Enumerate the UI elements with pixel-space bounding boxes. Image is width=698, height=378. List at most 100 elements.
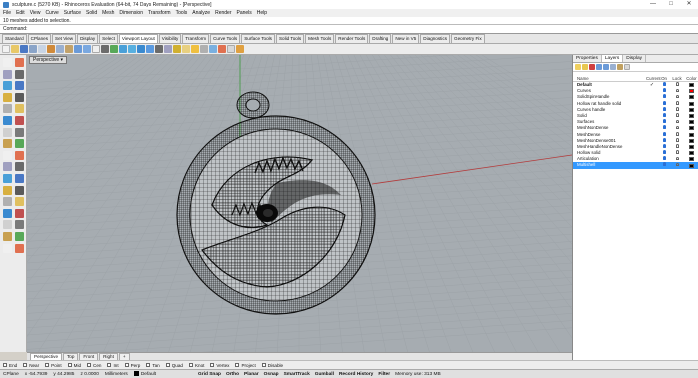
layer-color-swatch[interactable] [689, 163, 694, 168]
options-icon[interactable] [227, 45, 235, 53]
lightbulb-icon[interactable] [662, 82, 666, 86]
osnap-checkbox[interactable] [261, 363, 266, 367]
layer-color-swatch[interactable] [689, 132, 694, 137]
zoom-window-icon[interactable] [128, 45, 136, 53]
osnap-project[interactable]: Project [235, 363, 256, 368]
cylinder-icon[interactable] [15, 127, 24, 137]
layer-color[interactable] [684, 138, 698, 143]
panel-tab-properties[interactable]: Properties [573, 55, 602, 62]
offset-icon[interactable] [15, 150, 24, 160]
osnap-near[interactable]: Near [23, 363, 39, 368]
layer-color-swatch[interactable] [689, 120, 694, 125]
maximize-button[interactable]: □ [662, 0, 680, 9]
import-icon[interactable] [38, 45, 46, 53]
shaded-icon[interactable] [209, 45, 217, 53]
osnap-cen[interactable]: Cen [87, 363, 101, 368]
osnap-checkbox[interactable] [67, 363, 72, 367]
boolean-icon[interactable] [3, 139, 12, 149]
cut-icon[interactable] [47, 45, 55, 53]
tab-drafting[interactable]: Drafting [369, 34, 392, 43]
lightbulb-icon[interactable] [662, 125, 666, 130]
layer-color[interactable] [684, 95, 698, 100]
lock-icon[interactable] [675, 94, 679, 99]
zoom-icon[interactable] [119, 45, 127, 53]
new-layer-icon[interactable] [575, 64, 581, 70]
zoom-extents-icon[interactable] [137, 45, 145, 53]
osnap-checkbox[interactable] [165, 363, 170, 367]
rotate-view-icon[interactable] [110, 45, 118, 53]
polyline-icon[interactable] [3, 69, 12, 79]
wireframe-icon[interactable] [200, 45, 208, 53]
copy-icon[interactable] [15, 185, 24, 195]
layer-color[interactable] [684, 101, 698, 106]
ortho-toggle[interactable]: Ortho [226, 372, 239, 377]
panel-tab-display[interactable]: Display [623, 55, 647, 62]
layer-color[interactable] [684, 132, 698, 137]
tab-curve-tools[interactable]: Curve Tools [210, 34, 241, 43]
move-up-icon[interactable] [596, 64, 602, 70]
tab-surface-tools[interactable]: Surface Tools [241, 34, 275, 43]
lightbulb-icon[interactable] [662, 100, 666, 105]
tab-new-in-v5[interactable]: New in V5 [392, 34, 420, 43]
osnap-toggle[interactable]: Osnap [264, 372, 279, 377]
trim-icon[interactable] [3, 162, 12, 172]
gumball-toggle[interactable]: Gumball [315, 372, 334, 377]
render-tool-icon[interactable] [15, 243, 24, 253]
lock-icon[interactable] [675, 162, 679, 167]
minimize-button[interactable]: — [644, 0, 662, 9]
layer-color[interactable] [684, 126, 698, 131]
explode-icon[interactable] [15, 174, 24, 183]
tab-set-view[interactable]: Set View [52, 34, 77, 43]
menu-surface[interactable]: Surface [64, 10, 81, 16]
layer-lock-toggle[interactable] [670, 162, 684, 168]
osnap-vertex[interactable]: Vertex [210, 363, 229, 368]
tab-render-tools[interactable]: Render Tools [335, 34, 369, 43]
col-current[interactable]: Current [646, 75, 661, 81]
osnap-point[interactable]: Point [45, 363, 62, 368]
filter-toggle[interactable]: Filter [378, 372, 390, 377]
rectangle-icon[interactable] [15, 92, 24, 102]
menu-analyze[interactable]: Analyze [192, 10, 210, 16]
lock-icon[interactable] [675, 113, 679, 117]
menu-tools[interactable]: Tools [176, 10, 188, 16]
lightbulb-icon[interactable] [662, 119, 666, 124]
pendant-mesh[interactable] [176, 91, 376, 315]
extrude-icon[interactable] [3, 116, 12, 125]
new-sublayer-icon[interactable] [582, 64, 588, 70]
analyze-icon[interactable] [3, 243, 12, 253]
panel-tab-layers[interactable]: Layers [601, 55, 624, 62]
menu-transform[interactable]: Transform [148, 10, 171, 16]
mesh-icon[interactable] [15, 139, 24, 149]
lightbulb-icon[interactable] [662, 131, 666, 136]
layer-name[interactable]: Multishell [573, 162, 646, 168]
dimension-icon[interactable] [15, 220, 24, 230]
tab-select[interactable]: Select [99, 34, 118, 43]
delete-layer-icon[interactable] [589, 64, 595, 70]
osnap-mid[interactable]: Mid [67, 363, 81, 368]
layer-current-check[interactable]: ✓ [646, 82, 658, 88]
perspective-viewport[interactable]: Perspective ▾ [27, 55, 572, 352]
tab-geometry-fix[interactable]: Geometry Fix [451, 34, 485, 43]
lock-icon[interactable] [675, 100, 679, 105]
menu-curve[interactable]: Curve [45, 10, 58, 16]
osnap-checkbox[interactable] [235, 363, 240, 367]
lightbulb-icon[interactable] [662, 150, 666, 155]
menu-edit[interactable]: Edit [16, 10, 25, 16]
move-to-parent-icon[interactable] [610, 64, 616, 70]
sphere-icon[interactable] [3, 127, 12, 137]
new-file-icon[interactable] [2, 45, 10, 53]
planar-toggle[interactable]: Planar [244, 372, 259, 377]
group-icon[interactable] [3, 220, 12, 230]
redo-icon[interactable] [83, 45, 91, 53]
undo-view-icon[interactable] [155, 45, 163, 53]
menu-render[interactable]: Render [215, 10, 231, 16]
col-color[interactable]: Color [684, 75, 698, 81]
osnap-checkbox[interactable] [210, 363, 215, 367]
osnap-checkbox[interactable] [124, 363, 129, 367]
layer-color[interactable] [684, 144, 698, 149]
lock-icon[interactable] [675, 119, 679, 124]
pan-icon[interactable] [101, 45, 109, 53]
layer-color[interactable] [684, 107, 698, 112]
layer-color-swatch[interactable] [689, 126, 694, 131]
layer-color[interactable] [684, 163, 698, 168]
